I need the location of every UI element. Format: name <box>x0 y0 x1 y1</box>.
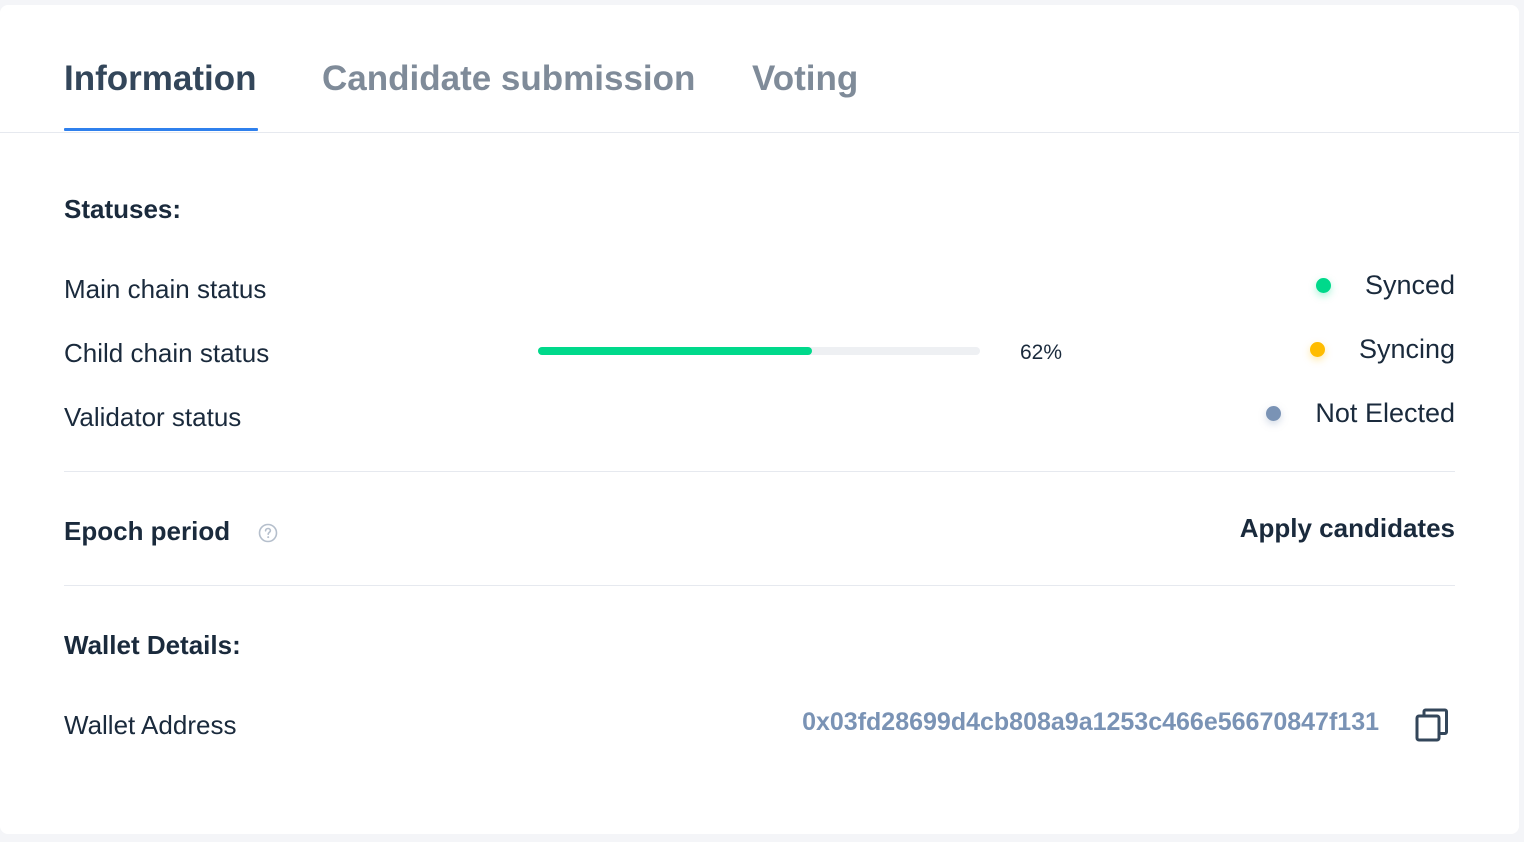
tab-candidate-submission[interactable]: Candidate submission <box>322 57 695 101</box>
child-chain-status-value: Syncing <box>1309 334 1455 365</box>
copy-icon[interactable] <box>1415 707 1449 743</box>
main-chain-status-text: Synced <box>1364 270 1455 300</box>
status-dot-icon <box>1266 406 1282 421</box>
tab-information[interactable]: Information <box>64 57 256 101</box>
validator-status-label: Validator status <box>64 402 242 432</box>
child-chain-status-text: Syncing <box>1358 334 1455 364</box>
progress-fill <box>538 347 813 355</box>
divider <box>64 585 1455 586</box>
tab-bar: Information Candidate submission Voting <box>0 5 1519 133</box>
child-chain-progress-percent: 62% <box>1020 341 1063 364</box>
child-chain-progress-bar <box>538 347 980 355</box>
wallet-address-label: Wallet Address <box>64 710 237 740</box>
main-chain-status-label: Main chain status <box>64 274 267 304</box>
tab-voting[interactable]: Voting <box>752 57 858 101</box>
active-tab-indicator <box>64 128 258 131</box>
status-dot-icon <box>1309 342 1325 357</box>
divider <box>64 471 1455 472</box>
information-panel: Information Candidate submission Voting … <box>0 5 1519 834</box>
validator-status-text: Not Elected <box>1315 398 1455 428</box>
question-circle-icon[interactable] <box>258 523 278 543</box>
apply-candidates-button[interactable]: Apply candidates <box>1240 513 1455 544</box>
validator-status-value: Not Elected <box>1266 398 1455 429</box>
main-chain-status-value: Synced <box>1315 270 1455 301</box>
epoch-period-label: Epoch period <box>64 516 231 546</box>
child-chain-status-label: Child chain status <box>64 338 270 368</box>
wallet-address-value[interactable]: 0x03fd28699d4cb808a9a1253c466e56670847f1… <box>802 708 1379 737</box>
status-dot-icon <box>1315 278 1331 293</box>
wallet-details-title: Wallet Details: <box>64 630 241 660</box>
statuses-title: Statuses: <box>64 194 182 224</box>
